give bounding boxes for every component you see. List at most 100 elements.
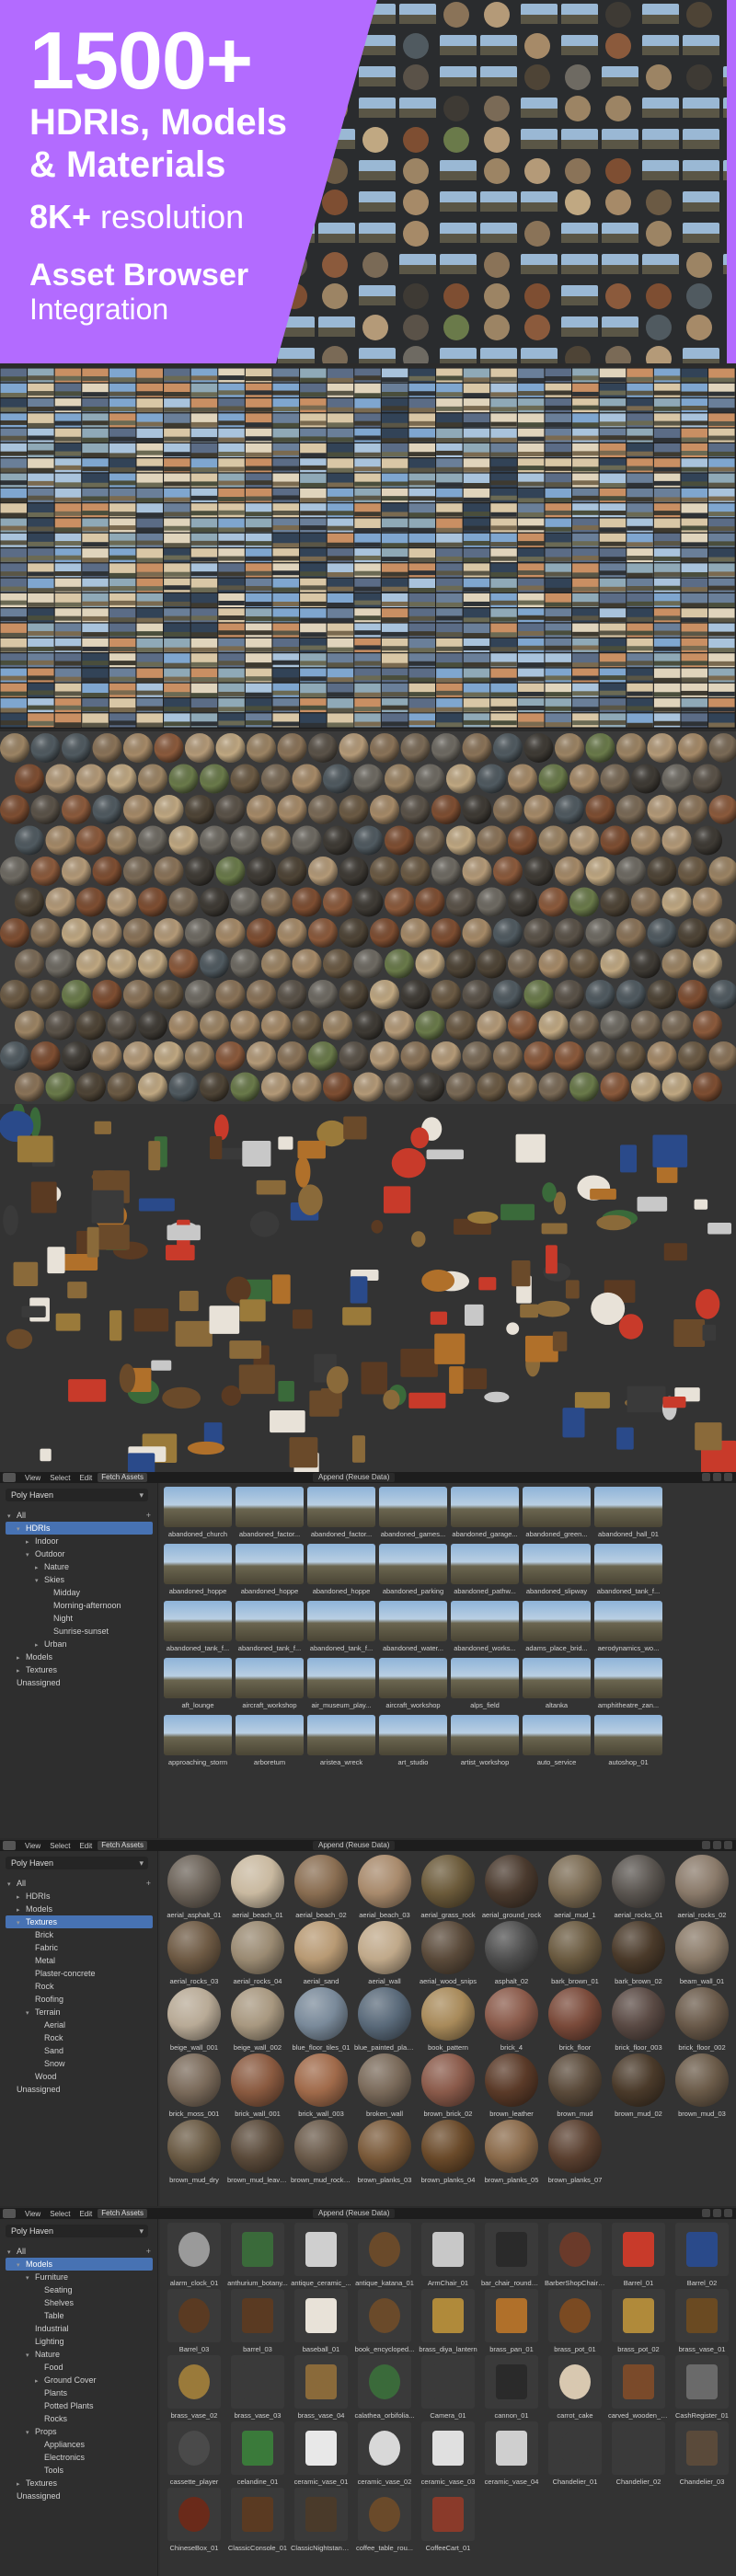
asset-tile[interactable]: bark_brown_01	[545, 1921, 605, 1985]
asset-tile[interactable]: celandine_01	[227, 2421, 288, 2486]
asset-tile[interactable]: aerial_wood_snips	[418, 1921, 478, 1985]
asset-tile[interactable]: brown_planks_05	[481, 2120, 542, 2184]
asset-tile[interactable]: coffee_table_rou...	[354, 2488, 415, 2552]
asset-tile[interactable]: asphalt_02	[481, 1921, 542, 1985]
asset-tile[interactable]: abandoned_tank_f...	[164, 1601, 232, 1652]
catalog-item[interactable]: Night	[6, 1612, 153, 1625]
asset-tile[interactable]: beige_wall_002	[227, 1987, 288, 2052]
fetch-assets-button[interactable]: Fetch Assets	[98, 1841, 148, 1850]
catalog-item[interactable]: Table	[6, 2309, 153, 2322]
asset-tile[interactable]: abandoned_tank_f...	[236, 1601, 304, 1652]
catalog-item[interactable]: Plants	[6, 2386, 153, 2399]
asset-tile[interactable]: cassette_player	[164, 2421, 224, 2486]
settings-icon[interactable]	[724, 2209, 732, 2217]
asset-tile[interactable]: ClassicNightstand...	[291, 2488, 351, 2552]
catalog-item[interactable]: Unassigned	[6, 2083, 153, 2096]
asset-tile[interactable]: aerial_beach_02	[291, 1855, 351, 1919]
catalog-item[interactable]: Brick	[6, 1928, 153, 1941]
asset-tile[interactable]: bar_chair_round_01	[481, 2223, 542, 2287]
catalog-item[interactable]: Rock	[6, 1980, 153, 1993]
catalog-item[interactable]: Roofing	[6, 1993, 153, 2006]
asset-tile[interactable]: aerodynamics_wo...	[594, 1601, 662, 1652]
asset-tile[interactable]: aerial_rocks_01	[608, 1855, 669, 1919]
asset-tile[interactable]: brick_wall_001	[227, 2053, 288, 2118]
asset-tile[interactable]: brown_planks_03	[354, 2120, 415, 2184]
asset-tile[interactable]: brass_diya_lantern	[418, 2289, 478, 2353]
catalog-item[interactable]: ▾ HDRIs	[6, 1522, 153, 1535]
asset-tile[interactable]: ChineseBox_01	[164, 2488, 224, 2552]
catalog-item[interactable]: Industrial	[6, 2322, 153, 2335]
catalog-item[interactable]: ▸ HDRIs	[6, 1890, 153, 1903]
asset-tile[interactable]: brass_vase_02	[164, 2355, 224, 2420]
asset-tile[interactable]: blue_painted_plan...	[354, 1987, 415, 2052]
import-method-select[interactable]: Append (Reuse Data)	[313, 2209, 396, 2218]
asset-tile[interactable]: ClassicConsole_01	[227, 2488, 288, 2552]
settings-icon[interactable]	[724, 1473, 732, 1481]
editor-type-icon[interactable]	[3, 1473, 16, 1482]
editor-type-icon[interactable]	[3, 1841, 16, 1850]
menu-view[interactable]: View	[25, 2210, 40, 2218]
settings-icon[interactable]	[724, 1841, 732, 1849]
filter-icon[interactable]	[702, 1473, 710, 1481]
asset-tile[interactable]: abandoned_factor...	[236, 1487, 304, 1538]
asset-tile[interactable]: aristea_wreck	[307, 1715, 375, 1766]
asset-tile[interactable]: auto_service	[523, 1715, 591, 1766]
catalog-item[interactable]: ▾ Terrain	[6, 2006, 153, 2018]
catalog-item[interactable]: Metal	[6, 1954, 153, 1967]
asset-tile[interactable]: Camera_01	[418, 2355, 478, 2420]
catalog-item[interactable]: ▾ Skies	[6, 1573, 153, 1586]
catalog-item[interactable]: ▾ Furniture	[6, 2271, 153, 2283]
asset-tile[interactable]: BarberShopChair_...	[545, 2223, 605, 2287]
catalog-item[interactable]: Snow	[6, 2057, 153, 2070]
asset-tile[interactable]: art_studio	[379, 1715, 447, 1766]
asset-tile[interactable]: aerial_grass_rock	[418, 1855, 478, 1919]
asset-tile[interactable]: brick_wall_003	[291, 2053, 351, 2118]
asset-tile[interactable]: brown_planks_07	[545, 2120, 605, 2184]
asset-tile[interactable]: carved_wooden_el...	[608, 2355, 669, 2420]
asset-tile[interactable]: abandoned_factor...	[307, 1487, 375, 1538]
asset-tile[interactable]: aerial_beach_03	[354, 1855, 415, 1919]
asset-tile[interactable]: abandoned_slipway	[523, 1544, 591, 1595]
asset-tile[interactable]: cannon_01	[481, 2355, 542, 2420]
catalog-item[interactable]: ▾ All +	[6, 1509, 153, 1522]
asset-tile[interactable]: Chandelier_01	[545, 2421, 605, 2486]
asset-tile[interactable]: beam_wall_01	[672, 1921, 732, 1985]
asset-tile[interactable]: ceramic_vase_03	[418, 2421, 478, 2486]
search-icon[interactable]	[713, 1841, 721, 1849]
menu-edit[interactable]: Edit	[79, 1842, 92, 1850]
asset-tile[interactable]: brick_floor	[545, 1987, 605, 2052]
import-method-select[interactable]: Append (Reuse Data)	[313, 1841, 396, 1850]
catalog-item[interactable]: ▾ All +	[6, 2245, 153, 2258]
asset-tile[interactable]: CashRegister_01	[672, 2355, 732, 2420]
catalog-item[interactable]: Seating	[6, 2283, 153, 2296]
catalog-item[interactable]: Rocks	[6, 2412, 153, 2425]
asset-tile[interactable]: broken_wall	[354, 2053, 415, 2118]
library-select[interactable]: Poly Haven	[6, 1857, 148, 1869]
menu-edit[interactable]: Edit	[79, 1474, 92, 1482]
asset-tile[interactable]: aerial_rocks_03	[164, 1921, 224, 1985]
library-select[interactable]: Poly Haven	[6, 1489, 148, 1501]
asset-tile[interactable]: abandoned_works...	[451, 1601, 519, 1652]
import-method-select[interactable]: Append (Reuse Data)	[313, 1473, 396, 1482]
catalog-item[interactable]: Lighting	[6, 2335, 153, 2348]
asset-tile[interactable]: brick_moss_001	[164, 2053, 224, 2118]
catalog-item[interactable]: Tools	[6, 2464, 153, 2477]
asset-tile[interactable]: brown_mud	[545, 2053, 605, 2118]
catalog-item[interactable]: Fabric	[6, 1941, 153, 1954]
asset-tile[interactable]: book_pattern	[418, 1987, 478, 2052]
asset-tile[interactable]: abandoned_tank_f...	[594, 1544, 662, 1595]
asset-tile[interactable]: ceramic_vase_01	[291, 2421, 351, 2486]
asset-tile[interactable]: adams_place_brid...	[523, 1601, 591, 1652]
menu-select[interactable]: Select	[50, 2210, 70, 2218]
asset-tile[interactable]: abandoned_hoppe	[307, 1544, 375, 1595]
catalog-item[interactable]: ▸ Textures	[6, 1663, 153, 1676]
asset-tile[interactable]: blue_floor_tiles_01	[291, 1987, 351, 2052]
asset-tile[interactable]: anthurium_botany...	[227, 2223, 288, 2287]
asset-tile[interactable]: aerial_rocks_04	[227, 1921, 288, 1985]
catalog-item[interactable]: Unassigned	[6, 1676, 153, 1689]
asset-tile[interactable]: amphitheatre_zan...	[594, 1658, 662, 1709]
asset-tile[interactable]: Barrel_02	[672, 2223, 732, 2287]
asset-tile[interactable]: air_museum_play...	[307, 1658, 375, 1709]
asset-tile[interactable]: ceramic_vase_02	[354, 2421, 415, 2486]
catalog-item[interactable]: ▸ Urban	[6, 1638, 153, 1650]
